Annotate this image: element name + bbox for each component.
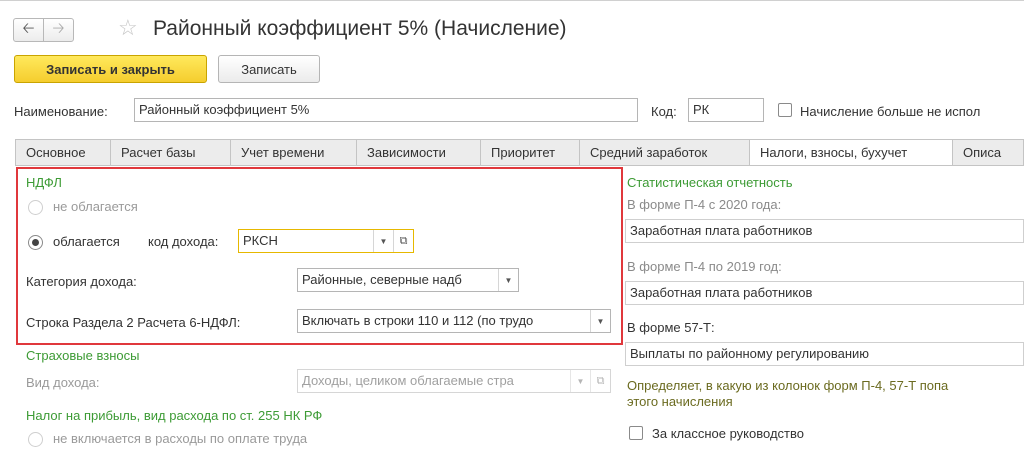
row-6ndfl-value: Включать в строки 110 и 112 (по трудо xyxy=(302,313,534,328)
p4-2020-label: В форме П-4 с 2020 года: xyxy=(627,197,782,212)
profit-tax-section-title: Налог на прибыль, вид расхода по ст. 255… xyxy=(26,408,323,423)
tab-dependencies[interactable]: Зависимости xyxy=(356,139,480,166)
page-title: Районный коэффициент 5% (Начисление) xyxy=(153,17,567,40)
arrow-right-icon: 🡢 xyxy=(52,19,65,37)
tab-average-earnings[interactable]: Средний заработок xyxy=(579,139,749,166)
chevron-down-icon[interactable]: ▼ xyxy=(373,230,393,252)
statistics-section-title: Статистическая отчетность xyxy=(627,175,793,190)
income-code-label: код дохода: xyxy=(148,234,219,249)
row-6ndfl-label: Строка Раздела 2 Расчета 6-НДФЛ: xyxy=(26,315,241,330)
statistics-hint-line2: этого начисления xyxy=(627,394,733,409)
not-used-label: Начисление больше не испол xyxy=(800,104,981,119)
p4-2019-label: В форме П-4 по 2019 год: xyxy=(627,259,782,274)
income-code-select[interactable]: РКСН ▼ ⧉ xyxy=(238,229,414,253)
forward-button[interactable]: 🡢 xyxy=(43,18,74,42)
star-icon[interactable]: ☆ xyxy=(118,16,138,40)
statistics-hint-line1: Определяет, в какую из колонок форм П-4,… xyxy=(627,378,949,393)
ndfl-section-title: НДФЛ xyxy=(26,175,62,190)
tab-taxes[interactable]: Налоги, взносы, бухучет xyxy=(749,139,952,166)
code-input[interactable]: РК xyxy=(688,98,764,122)
income-category-label: Категория дохода: xyxy=(26,274,137,289)
back-button[interactable]: 🡠 xyxy=(13,18,44,42)
arrow-left-icon: 🡠 xyxy=(22,19,35,37)
tab-bar: Основное Расчет базы Учет времени Зависи… xyxy=(15,139,1024,166)
open-form-icon[interactable]: ⧉ xyxy=(393,230,413,252)
income-category-value: Районные, северные надб xyxy=(302,272,462,287)
not-taxed-radio[interactable] xyxy=(28,200,43,215)
chevron-down-icon[interactable]: ▼ xyxy=(570,370,590,392)
income-code-value: РКСН xyxy=(243,233,278,248)
not-taxed-label: не облагается xyxy=(53,199,138,214)
open-form-icon[interactable]: ⧉ xyxy=(590,370,610,392)
tab-time-accounting[interactable]: Учет времени xyxy=(230,139,356,166)
insurance-section-title: Страховые взносы xyxy=(26,348,140,363)
class-guidance-label: За классное руководство xyxy=(652,426,804,441)
name-input[interactable]: Районный коэффициент 5% xyxy=(134,98,638,122)
insurance-income-type-select[interactable]: Доходы, целиком облагаемые стра ▼ ⧉ xyxy=(297,369,611,393)
code-label: Код: xyxy=(651,104,677,119)
insurance-income-type-value: Доходы, целиком облагаемые стра xyxy=(302,373,514,388)
tab-main[interactable]: Основное xyxy=(15,139,110,166)
insurance-income-type-label: Вид дохода: xyxy=(26,375,100,390)
not-used-checkbox[interactable] xyxy=(778,103,792,117)
income-category-select[interactable]: Районные, северные надб ▼ xyxy=(297,268,519,292)
profit-tax-option-radio[interactable] xyxy=(28,432,43,447)
save-button[interactable]: Записать xyxy=(218,55,320,83)
chevron-down-icon[interactable]: ▼ xyxy=(498,269,518,291)
chevron-down-icon[interactable]: ▼ xyxy=(590,310,610,332)
name-label: Наименование: xyxy=(14,104,108,119)
tab-panel-border xyxy=(15,165,1024,166)
taxed-radio[interactable] xyxy=(28,235,43,250)
p4-2020-field[interactable]: Заработная плата работников xyxy=(625,219,1024,243)
tab-priority[interactable]: Приоритет xyxy=(480,139,579,166)
f57t-label: В форме 57-Т: xyxy=(627,320,715,335)
f57t-field[interactable]: Выплаты по районному регулированию xyxy=(625,342,1024,366)
class-guidance-checkbox[interactable] xyxy=(629,426,643,440)
tab-description[interactable]: Описа xyxy=(952,139,1024,166)
p4-2019-field[interactable]: Заработная плата работников xyxy=(625,281,1024,305)
row-6ndfl-select[interactable]: Включать в строки 110 и 112 (по трудо ▼ xyxy=(297,309,611,333)
taxed-label: облагается xyxy=(53,234,120,249)
profit-tax-option-label: не включается в расходы по оплате труда xyxy=(53,431,308,446)
tab-base-calc[interactable]: Расчет базы xyxy=(110,139,230,166)
save-and-close-button[interactable]: Записать и закрыть xyxy=(14,55,207,83)
top-divider xyxy=(0,0,1024,1)
